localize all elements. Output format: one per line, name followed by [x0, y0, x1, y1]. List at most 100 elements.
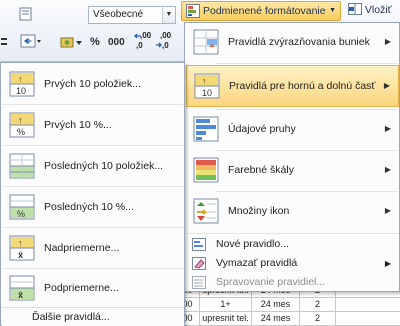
conditional-formatting-icon: [186, 4, 200, 18]
menu-item-highlight-cells-rules[interactable]: Pravidlá zvýrazňovania buniek ▶: [186, 24, 399, 62]
submenu-item-label: Posledných 10 položiek...: [44, 160, 164, 172]
conditional-formatting-button[interactable]: Podmienené formátovanie ▼: [181, 1, 341, 21]
percent-style-button[interactable]: %: [90, 36, 100, 48]
chevron-right-icon: ▶: [384, 37, 391, 46]
menu-separator: [2, 104, 184, 105]
menu-item-label: Farebné škály: [228, 164, 294, 176]
decrease-decimal-button[interactable]: ,00 ,0: [156, 31, 178, 53]
menu-separator: [215, 109, 398, 110]
new-rule-icon: [192, 238, 206, 251]
table-row[interactable]: ,00 1+ 24 mes 2: [180, 298, 400, 312]
submenu-item-label: Posledných 10 %...: [44, 201, 134, 213]
submenu-item-more-rules[interactable]: Ďalšie pravidlá...: [2, 307, 184, 326]
menu-item-label: Vymazať pravidlá: [216, 257, 298, 269]
increase-decimal-label: ,00: [140, 31, 152, 40]
menu-separator: [215, 63, 398, 64]
menu-item-label: Údajové pruhy: [228, 123, 296, 135]
cell[interactable]: upresnit tel.: [200, 312, 252, 325]
chevron-right-icon: ▶: [383, 81, 390, 90]
increase-decimal-button[interactable]: ,00 ,0: [134, 31, 152, 53]
cell[interactable]: 1+: [200, 298, 252, 311]
chevron-right-icon: ▶: [384, 165, 391, 174]
number-format-value: Všeobecné: [93, 9, 144, 20]
svg-text:%: %: [17, 127, 25, 137]
cell[interactable]: 24 mes: [252, 312, 300, 325]
menu-separator: [215, 191, 398, 192]
chevron-right-icon: ▶: [384, 259, 391, 268]
align-left-icon[interactable]: [1, 36, 7, 48]
menu-item-top-bottom-rules[interactable]: ↑ 10 Pravidlá pre hornú a dolnú časť ▶: [186, 65, 399, 107]
arrow-right-icon: [156, 42, 162, 48]
submenu-item-label: Nadpriemerne...: [44, 242, 120, 254]
svg-text:↑: ↑: [202, 76, 207, 86]
number-format-select[interactable]: Všeobecné ▼: [88, 6, 176, 24]
submenu-item-top-10-percent[interactable]: ↑ % Prvých 10 %...: [2, 106, 184, 144]
submenu-item-label: Podpriemerne...: [44, 282, 119, 294]
below-average-icon: x̄: [9, 275, 35, 301]
submenu-item-label: Ďalšie pravidlá...: [32, 311, 110, 323]
insert-button[interactable]: Vložiť: [348, 3, 392, 16]
above-average-icon: ↑ x̄: [9, 235, 35, 261]
accounting-format-icon[interactable]: [60, 36, 84, 50]
bottom-10-items-icon: [9, 153, 35, 179]
clear-rules-icon: [192, 257, 206, 270]
bottom-10-percent-icon: %: [9, 194, 35, 220]
menu-item-color-scales[interactable]: Farebné škály ▶: [186, 152, 399, 190]
decrease-decimal-top-label: ,00: [160, 31, 172, 40]
submenu-item-bottom-10-items[interactable]: Posledných 10 položiek...: [2, 147, 184, 185]
data-bars-icon: [193, 116, 219, 142]
svg-text:↑: ↑: [18, 74, 23, 84]
menu-item-icon-sets[interactable]: Množiny ikon ▶: [186, 193, 399, 231]
merge-center-icon[interactable]: [20, 34, 42, 48]
menu-item-label: Spravovanie pravidiel...: [216, 276, 326, 288]
menu-item-label: Nové pravidlo...: [216, 238, 289, 250]
format-painter-icon[interactable]: [18, 6, 34, 22]
menu-separator: [186, 233, 399, 234]
insert-label: Vložiť: [364, 4, 392, 16]
cell[interactable]: 24 mes: [252, 298, 300, 311]
menu-item-new-rule[interactable]: Nové pravidlo...: [186, 235, 399, 254]
menu-separator: [2, 227, 184, 228]
submenu-item-below-average[interactable]: x̄ Podpriemerne...: [2, 269, 184, 307]
chevron-down-icon: ▼: [329, 7, 336, 14]
submenu-item-top-10-items[interactable]: ↑ 10 Prvých 10 položiek...: [2, 65, 184, 103]
top-10-items-icon: ↑ 10: [9, 71, 35, 97]
submenu-item-bottom-10-percent[interactable]: % Posledných 10 %...: [2, 188, 184, 226]
highlight-cells-icon: [193, 29, 219, 55]
menu-item-data-bars[interactable]: Údajové pruhy ▶: [186, 111, 399, 149]
svg-text:↑: ↑: [18, 115, 23, 125]
chevron-right-icon: ▶: [384, 206, 391, 215]
svg-text:10: 10: [16, 86, 26, 96]
submenu-item-label: Prvých 10 %...: [44, 119, 112, 131]
chevron-right-icon: ▶: [384, 124, 391, 133]
submenu-item-above-average[interactable]: ↑ x̄ Nadpriemerne...: [2, 229, 184, 267]
menu-item-label: Pravidlá zvýrazňovania buniek: [228, 36, 370, 48]
insert-cells-icon: [348, 3, 362, 15]
svg-text:x̄: x̄: [18, 250, 23, 260]
decrease-decimal-label: ,0: [136, 41, 143, 50]
table-row[interactable]: ,00 upresnit tel. 24 mes 2: [180, 312, 400, 326]
svg-text:↑: ↑: [18, 238, 23, 248]
top-bottom-icon: ↑ 10: [194, 73, 220, 99]
top-bottom-rules-submenu: ↑ 10 Prvých 10 položiek... ↑ % Prvých 10…: [0, 62, 185, 326]
menu-item-label: Pravidlá pre hornú a dolnú časť: [229, 80, 376, 92]
menu-item-clear-rules[interactable]: Vymazať pravidlá ▶: [186, 254, 399, 273]
svg-text:%: %: [17, 209, 25, 219]
menu-separator: [215, 150, 398, 151]
menu-item-label: Množiny ikon: [228, 205, 290, 217]
menu-item-manage-rules[interactable]: Spravovanie pravidiel...: [186, 273, 399, 292]
decrease-decimal-bottom-label: ,0: [162, 41, 169, 50]
chevron-down-icon[interactable]: ▼: [162, 7, 175, 23]
icon-sets-icon: [193, 198, 219, 224]
top-10-percent-icon: ↑ %: [9, 112, 35, 138]
menu-separator: [2, 145, 184, 146]
cell[interactable]: 2: [300, 312, 336, 325]
color-scales-icon: [193, 157, 219, 183]
menu-separator: [2, 186, 184, 187]
cell[interactable]: 2: [300, 298, 336, 311]
conditional-formatting-menu: Pravidlá zvýrazňovania buniek ▶ ↑ 10 Pra…: [184, 22, 400, 292]
manage-rules-icon: [192, 276, 206, 289]
comma-style-button[interactable]: 000: [108, 37, 125, 48]
svg-text:x̄: x̄: [18, 290, 23, 300]
conditional-formatting-label: Podmienené formátovanie: [203, 5, 326, 17]
